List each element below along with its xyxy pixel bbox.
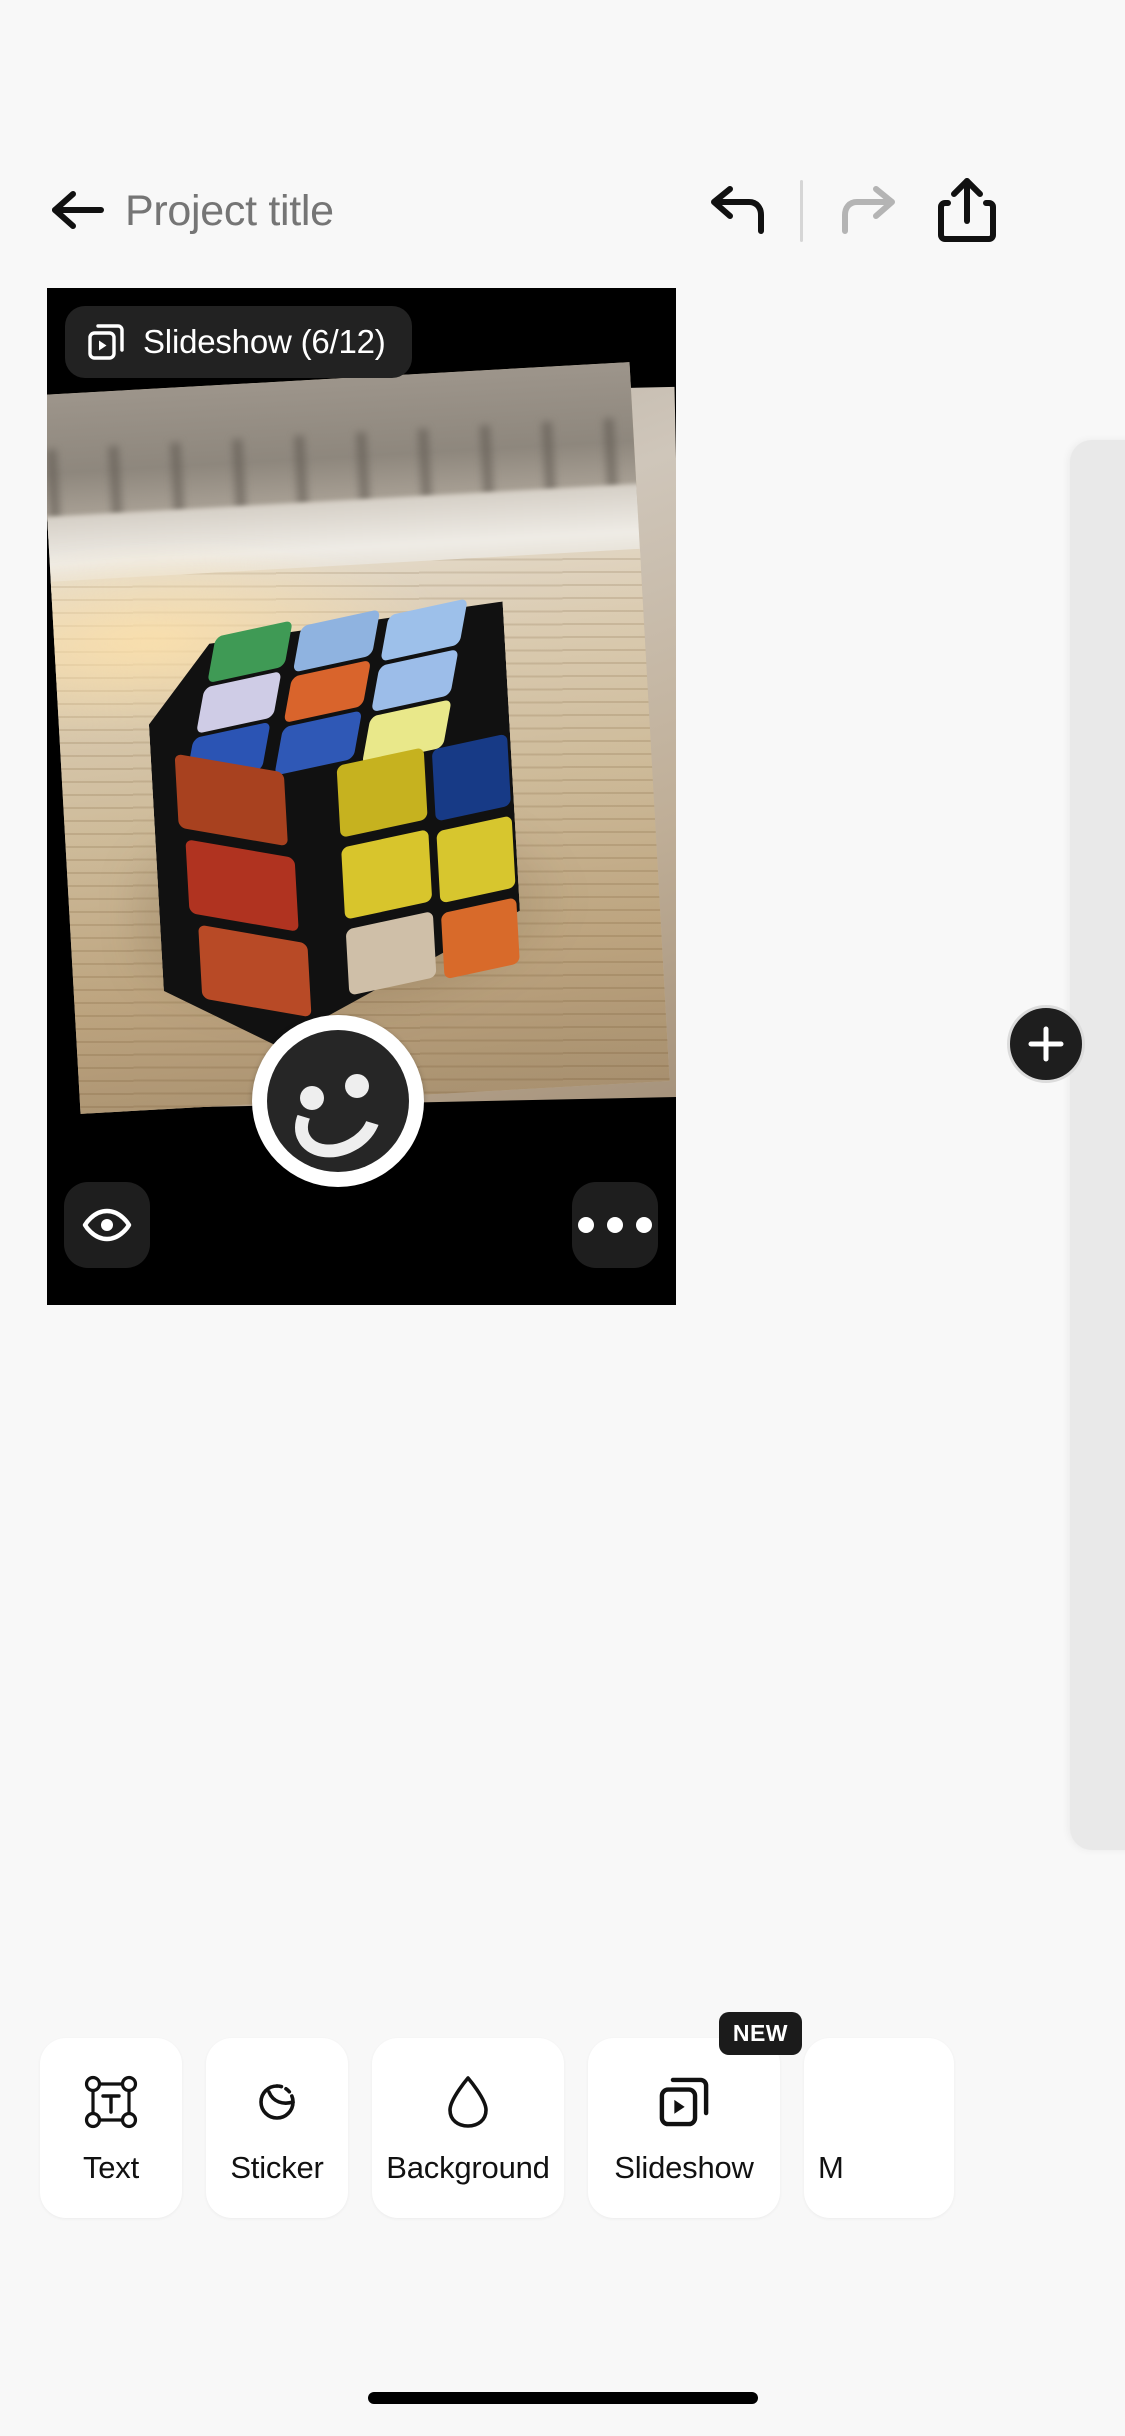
app-screen: Slideshow (6/12) — [0, 0, 1125, 2436]
redo-button[interactable] — [830, 175, 906, 247]
project-title-input[interactable] — [125, 175, 605, 247]
eye-icon — [82, 1208, 132, 1242]
header-divider — [800, 180, 803, 242]
slide-canvas[interactable]: Slideshow (6/12) — [47, 288, 676, 1305]
cube-right-face — [335, 727, 524, 996]
arrow-left-icon — [52, 191, 104, 229]
tool-sticker[interactable]: Sticker — [206, 2038, 348, 2218]
slideshow-badge[interactable]: Slideshow (6/12) — [65, 306, 412, 378]
text-box-icon — [79, 2070, 143, 2134]
partial-icon — [847, 2070, 911, 2134]
tool-label: Background — [386, 2150, 550, 2185]
tool-label: Text — [82, 2150, 140, 2185]
tool-label: Slideshow — [614, 2150, 754, 2185]
droplet-icon — [436, 2070, 500, 2134]
home-indicator — [367, 2392, 758, 2404]
redo-arrow-icon — [842, 186, 895, 234]
tool-text[interactable]: Text — [40, 2038, 182, 2218]
slideshow-stack-icon — [88, 324, 124, 360]
tool-background[interactable]: Background — [372, 2038, 564, 2218]
editor-toolbar: Text Sticker Background NEW Slideshow M — [0, 2012, 1125, 2268]
canvas-content: Slideshow (6/12) — [47, 288, 676, 1305]
slideshow-stack-icon — [652, 2070, 716, 2134]
smiley-face — [267, 1030, 409, 1173]
tool-label: Sticker — [230, 2150, 324, 2185]
smiley-mouth — [281, 1067, 395, 1173]
tool-label: M — [818, 2150, 844, 2185]
preview-button[interactable] — [64, 1182, 150, 1268]
ellipsis-dot — [607, 1217, 623, 1233]
sticker-peel-icon — [245, 2070, 309, 2134]
more-options-button[interactable] — [572, 1182, 658, 1268]
tool-partial-next[interactable]: M — [804, 2038, 954, 2218]
add-slide-button[interactable] — [1007, 1005, 1085, 1083]
share-upload-icon — [938, 178, 996, 242]
app-header — [0, 0, 1125, 247]
ellipsis-dot — [636, 1217, 652, 1233]
rubiks-cube — [143, 598, 526, 1051]
undo-button[interactable] — [700, 175, 776, 247]
new-badge: NEW — [718, 2012, 802, 2055]
slideshow-badge-label: Slideshow (6/12) — [143, 323, 386, 360]
photo-layer[interactable] — [47, 362, 670, 1114]
next-slide-peek[interactable] — [1070, 440, 1125, 1850]
share-button[interactable] — [925, 168, 1009, 254]
smiley-sticker[interactable] — [252, 1015, 424, 1187]
plus-icon — [1028, 1026, 1064, 1062]
cube-left-face — [151, 751, 350, 1018]
back-button[interactable] — [38, 170, 118, 250]
undo-arrow-icon — [711, 186, 764, 234]
tool-slideshow[interactable]: NEW Slideshow — [588, 2012, 802, 2218]
ellipsis-dot — [578, 1217, 594, 1233]
